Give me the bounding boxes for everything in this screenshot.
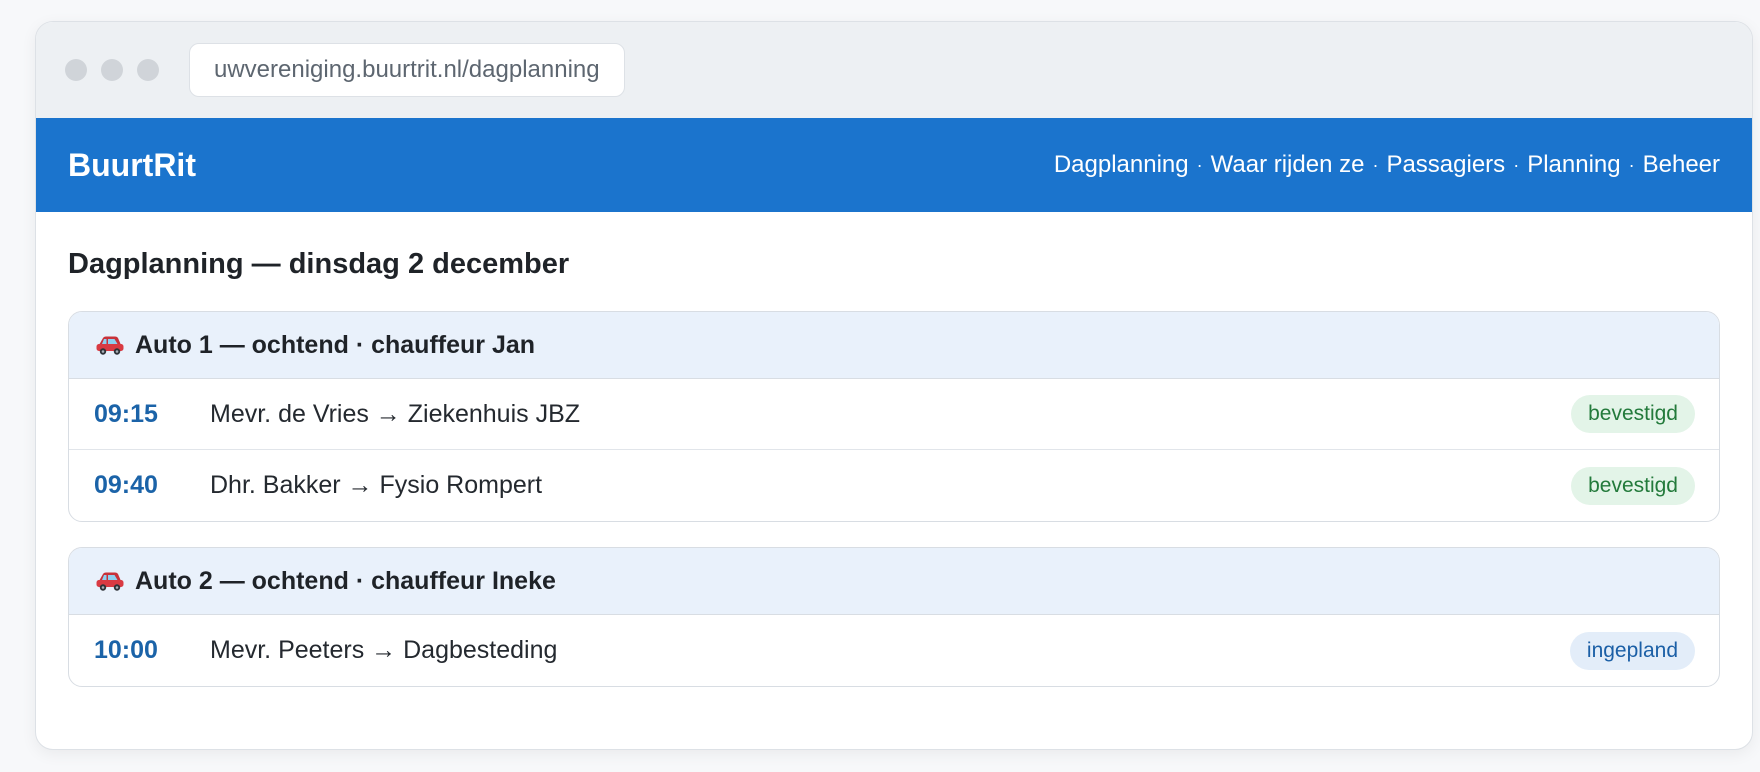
vehicle-group-auto-1: Auto 1 — ochtend · chauffeur Jan 09:15 M… <box>68 311 1720 522</box>
main-content: Dagplanning — dinsdag 2 december Auto 1 … <box>36 212 1752 687</box>
nav-separator: · <box>1372 154 1379 175</box>
ride-time: 09:15 <box>94 399 158 428</box>
vehicle-group-header: Auto 1 — ochtend · chauffeur Jan <box>69 312 1719 379</box>
nav-link-dagplanning[interactable]: Dagplanning <box>1054 151 1189 179</box>
car-icon <box>95 570 125 592</box>
car-icon <box>95 334 125 356</box>
nav-link-planning[interactable]: Planning <box>1527 151 1620 179</box>
ride-row[interactable]: 09:15 Mevr. de Vries → Ziekenhuis JBZ be… <box>69 379 1719 450</box>
browser-window: uwvereniging.buurtrit.nl/dagplanning Buu… <box>35 21 1753 750</box>
nav-link-beheer[interactable]: Beheer <box>1643 151 1720 179</box>
address-bar-url: uwvereniging.buurtrit.nl/dagplanning <box>214 56 600 83</box>
main-nav: Dagplanning · Waar rijden ze · Passagier… <box>1054 151 1720 179</box>
nav-separator: · <box>1513 154 1520 175</box>
ride-description: Dhr. Bakker → Fysio Rompert <box>210 471 543 499</box>
ride-row[interactable]: 09:40 Dhr. Bakker → Fysio Rompert bevest… <box>69 450 1719 521</box>
vehicle-group-title: Auto 1 — ochtend · chauffeur Jan <box>135 330 536 359</box>
nav-link-passagiers[interactable]: Passagiers <box>1386 151 1505 179</box>
status-badge: bevestigd <box>1571 395 1695 433</box>
window-close-dot[interactable] <box>65 59 87 81</box>
ride-time: 09:40 <box>94 471 158 499</box>
window-minimize-dot[interactable] <box>101 59 123 81</box>
status-badge: bevestigd <box>1571 466 1695 505</box>
browser-titlebar: uwvereniging.buurtrit.nl/dagplanning <box>36 22 1752 118</box>
vehicle-group-header: Auto 2 — ochtend · chauffeur Ineke <box>69 548 1719 615</box>
nav-link-waar-rijden-ze[interactable]: Waar rijden ze <box>1211 151 1365 179</box>
vehicle-group-auto-2: Auto 2 — ochtend · chauffeur Ineke 10:00… <box>68 547 1720 687</box>
page-title: Dagplanning — dinsdag 2 december <box>68 248 570 280</box>
ride-description: Mevr. Peeters → Dagbesteding <box>210 636 558 664</box>
app-header: BuurtRit Dagplanning · Waar rijden ze · … <box>36 118 1752 212</box>
ride-time: 10:00 <box>94 636 158 664</box>
vehicle-group-title: Auto 2 — ochtend · chauffeur Ineke <box>135 566 556 595</box>
status-badge: ingepland <box>1569 631 1695 670</box>
address-bar[interactable]: uwvereniging.buurtrit.nl/dagplanning <box>189 43 625 97</box>
ride-description: Mevr. de Vries → Ziekenhuis JBZ <box>210 399 581 428</box>
nav-separator: · <box>1628 154 1635 175</box>
ride-row[interactable]: 10:00 Mevr. Peeters → Dagbesteding ingep… <box>69 615 1719 686</box>
brand-logo[interactable]: BuurtRit <box>68 147 196 184</box>
window-maximize-dot[interactable] <box>137 59 159 81</box>
nav-separator: · <box>1196 154 1203 175</box>
